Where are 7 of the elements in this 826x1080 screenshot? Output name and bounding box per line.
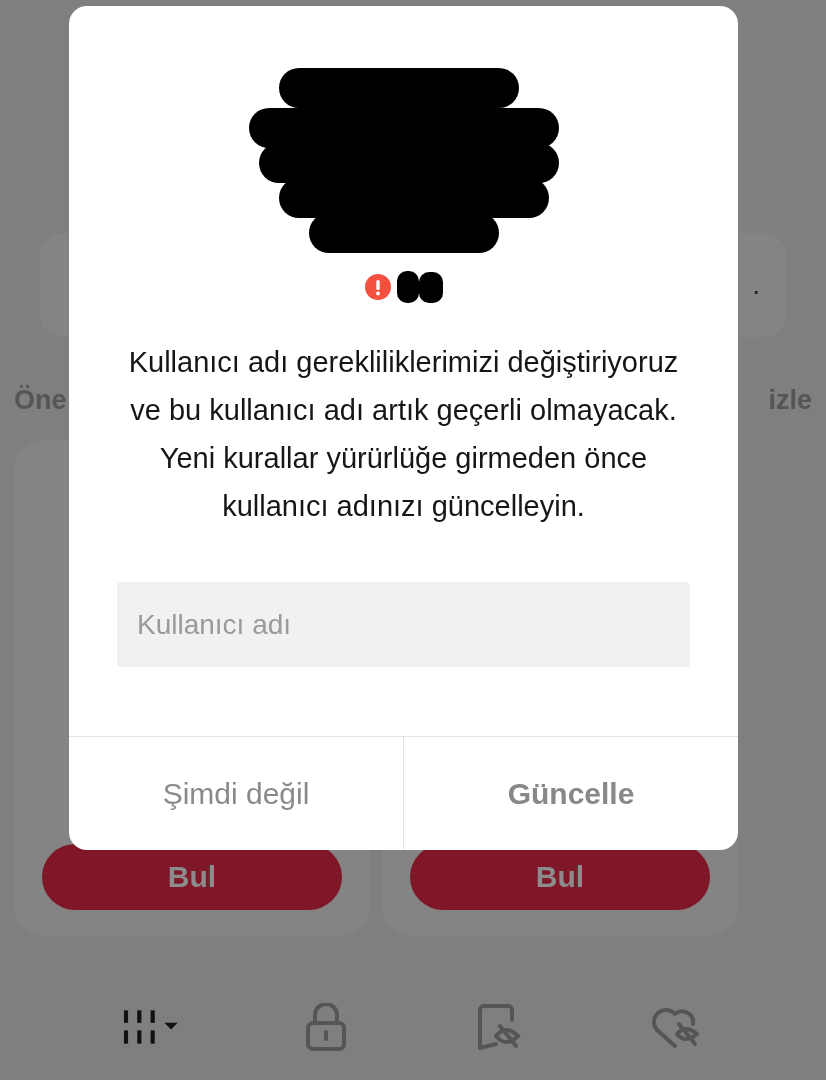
- card-text: .: [752, 269, 760, 301]
- username-field[interactable]: Kullanıcı adı: [117, 582, 690, 667]
- lock-icon[interactable]: [304, 1003, 347, 1051]
- redaction-scribble: [396, 270, 443, 304]
- alert-icon: [364, 274, 391, 300]
- dialog-message: Kullanıcı adı gerekliliklerimizi değiştiriyoruz ve bu kullanıcı adı artık geçerli olmayacak. Yeni kurallar yürürlüğe girmeden önce kullanıcı adınızı güncelleyin.: [127, 345, 680, 524]
- find-button[interactable]: Bul: [42, 844, 342, 910]
